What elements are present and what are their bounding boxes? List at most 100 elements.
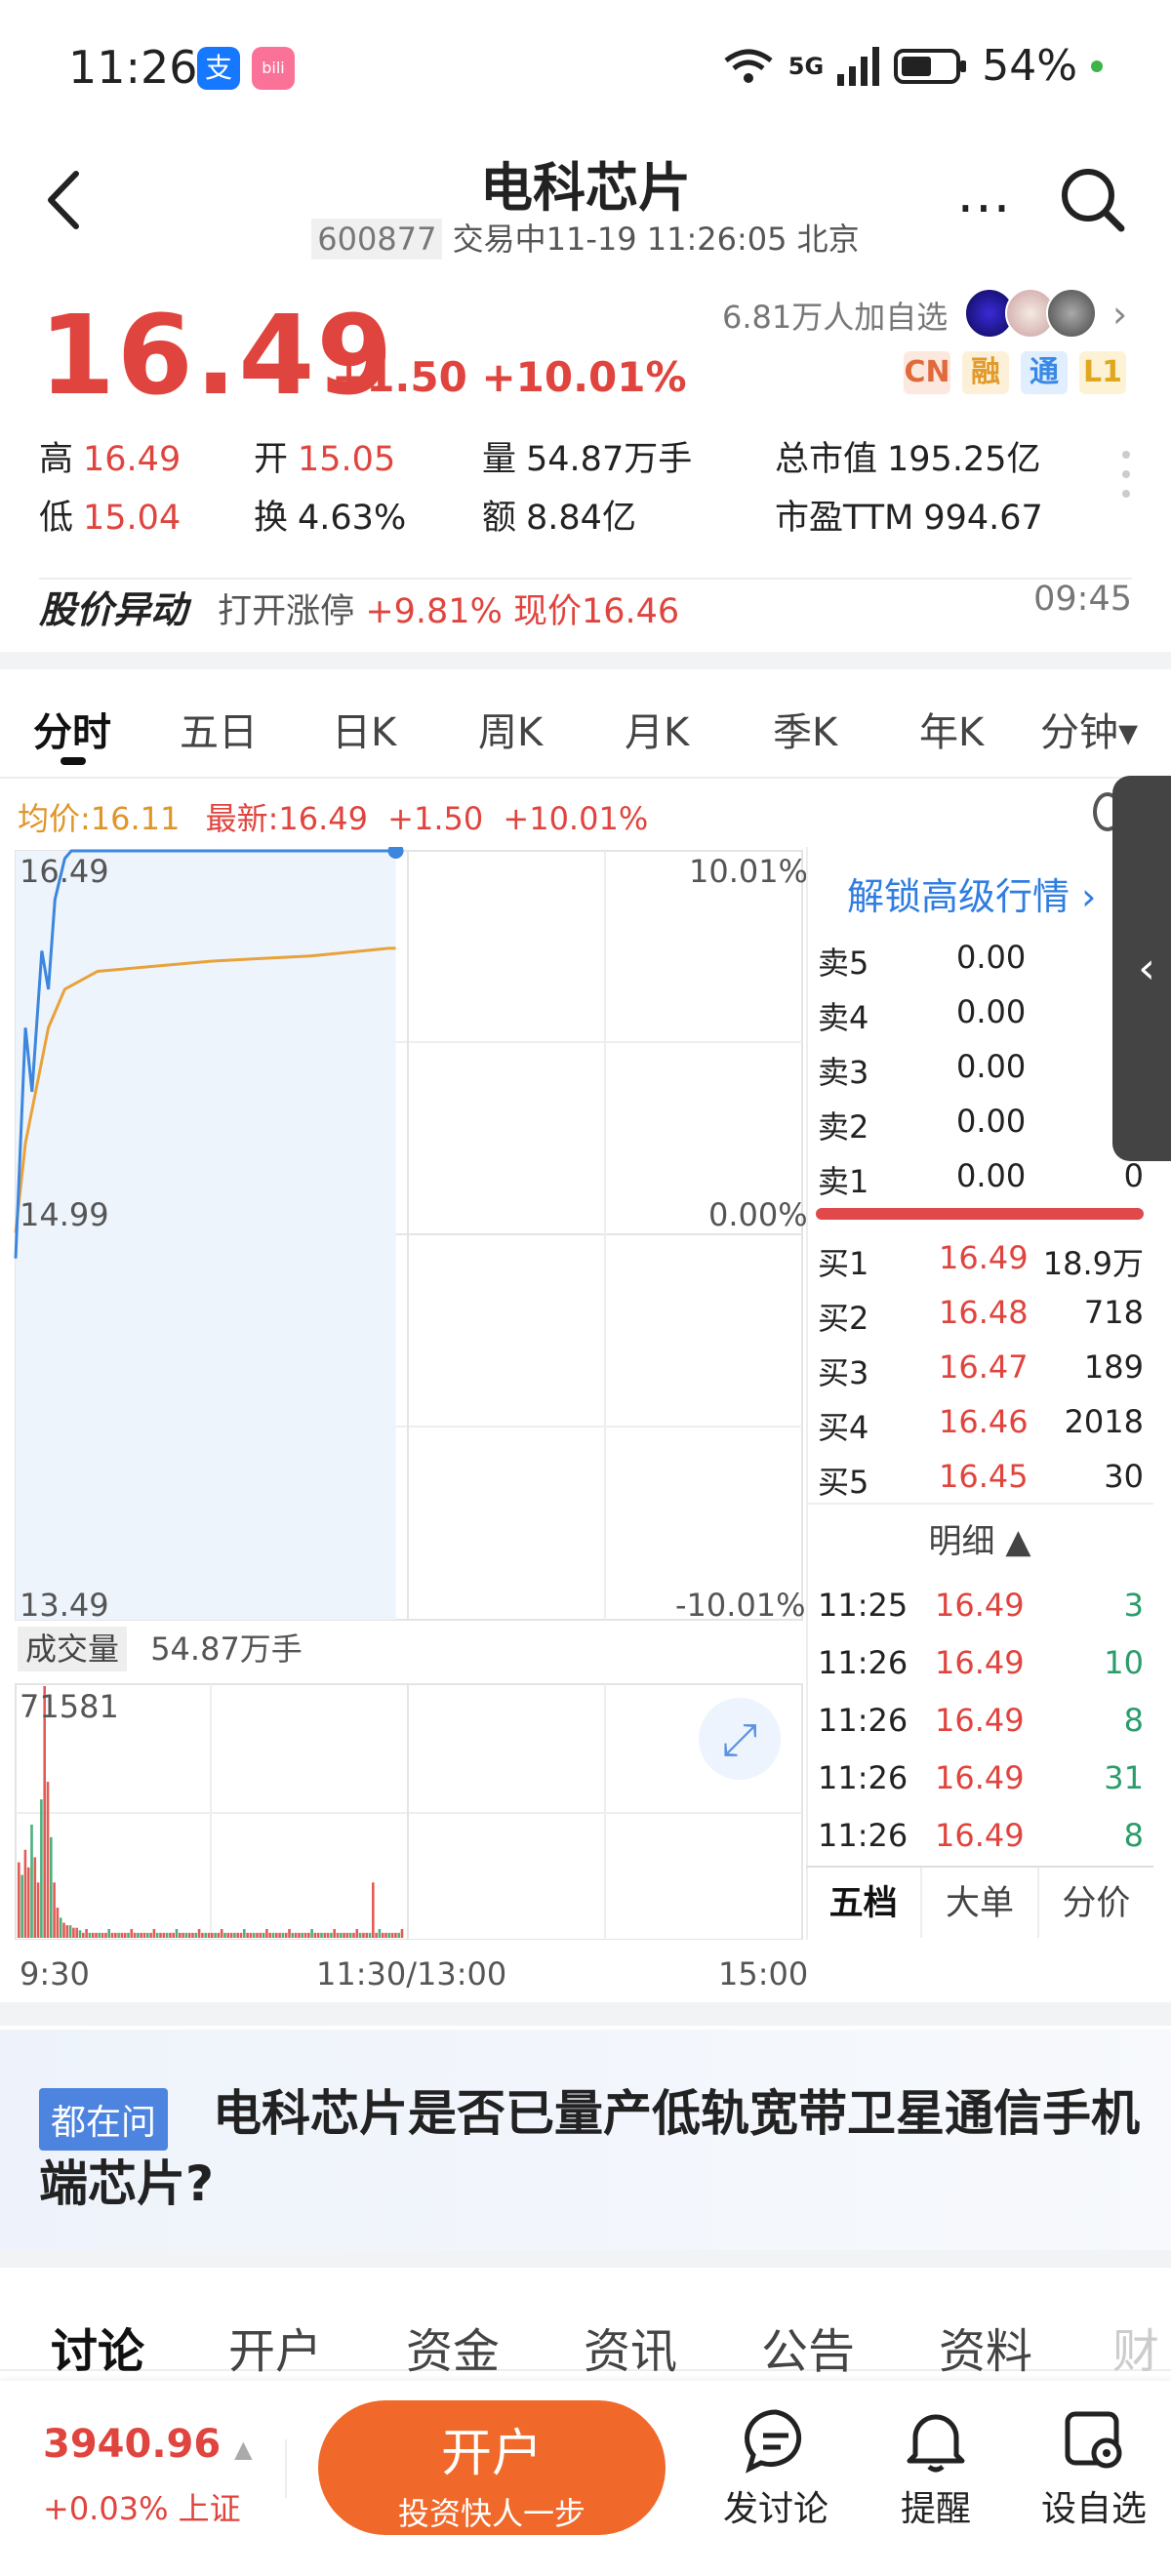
volume-bar [68,1925,72,1938]
tab-price-distribution[interactable]: 分价 [1039,1868,1153,1938]
tab-news[interactable]: 资讯 [584,2313,677,2381]
tick-time: 11:26 [818,1817,909,1854]
tab-minute-dropdown[interactable]: 分钟▾ [1040,701,1138,757]
volume-bar [333,1928,336,1938]
ask-volume: 0 [1123,1157,1144,1194]
tab-intraday[interactable]: 分时 [33,701,111,757]
volume-bar [320,1932,323,1938]
tab-five-day[interactable]: 五日 [180,701,258,757]
followers-count[interactable]: 6.81万人加自选 [722,293,948,338]
battery-icon [894,48,967,84]
pct-label-bottom: -10.01% [675,1587,806,1624]
volume-bar [162,1932,166,1938]
volume-bar [265,1928,268,1938]
side-panel-handle[interactable]: ‹ [1112,776,1171,1161]
volume-bar [95,1932,98,1938]
stat-turnover: 换 4.63% [254,499,407,538]
bid-volume: 18.9万 [1042,1245,1144,1282]
tick-vol: 8 [1123,1702,1144,1739]
tab-profile[interactable]: 资料 [939,2313,1032,2381]
volume-bar [362,1932,365,1938]
volume-bar [313,1932,317,1938]
volume-bar [372,1882,375,1938]
tab-monthly-k[interactable]: 月K [625,701,689,757]
tab-yearly-k[interactable]: 年K [919,701,984,757]
chevron-right-icon[interactable]: › [1112,293,1127,336]
volume-bar [340,1932,343,1938]
clock: 11:26 [68,41,198,94]
volume-bar [152,1928,156,1938]
tab-five-levels[interactable]: 五档 [806,1868,923,1938]
volume-bar [226,1932,230,1938]
tick-time: 11:26 [818,1759,909,1796]
bid-volume: 718 [1083,1294,1144,1331]
volume-bar [26,1867,30,1938]
discuss-button[interactable]: 发讨论 [722,2406,829,2531]
battery-level: 54% [982,41,1077,91]
volume-bar [53,1882,56,1938]
tick-detail-header[interactable]: 明细 ▲ [806,1503,1153,1561]
tab-funds[interactable]: 资金 [406,2313,500,2381]
volume-bar [207,1932,211,1938]
tab-announcements[interactable]: 公告 [761,2313,855,2381]
price-alert-row[interactable]: 股价异动 打开涨停 +9.81% 现价16.46 09:45 [39,578,1132,631]
tick-vol: 10 [1104,1644,1144,1681]
more-stats-handle[interactable] [1122,451,1130,509]
volume-bar [169,1932,172,1938]
volume-bar [303,1932,307,1938]
volume-bar [252,1932,256,1938]
tab-quarterly-k[interactable]: 季K [773,701,837,757]
bell-icon [907,2414,965,2473]
volume-bar [336,1932,340,1938]
wifi-icon [724,49,773,83]
ask-price: 0.00 [956,1048,1027,1085]
volume-bar [352,1932,355,1938]
tab-finance[interactable]: 财 [1112,2313,1159,2381]
volume-bar [33,1857,37,1938]
search-button[interactable] [1059,166,1127,234]
legend-avg: 均价:16.11 [18,800,181,837]
volume-bar [155,1932,159,1938]
volume-bar [365,1932,368,1938]
volume-bar [172,1932,175,1938]
tick-time: 11:26 [818,1644,909,1681]
tab-large-orders[interactable]: 大单 [922,1868,1039,1938]
tab-weekly-k[interactable]: 周K [478,701,543,757]
bilibili-icon: bili [252,47,295,90]
volume-bar [316,1932,320,1938]
volume-bar [88,1932,92,1938]
volume-max-label: 71581 [20,1688,119,1725]
tick-vol: 3 [1123,1587,1144,1624]
add-watchlist-button[interactable]: 设自选 [1040,2406,1148,2531]
volume-bar [197,1928,201,1938]
volume-bar [387,1932,391,1938]
open-account-button[interactable]: 开户 投资快人一步 [318,2400,666,2535]
question-text[interactable]: 电科芯片是否已量产低轨宽带卫星通信手机端芯片? [39,2078,1142,2219]
expand-chart-button[interactable]: ⤢ [699,1698,781,1780]
tab-discussion[interactable]: 讨论 [51,2313,144,2381]
volume-bar [229,1932,233,1938]
index-value[interactable]: 3940.96 ▲ [43,2422,253,2467]
volume-bar [384,1932,387,1938]
price-change: +1.50 +10.01% [332,353,687,401]
volume-bar [165,1932,169,1938]
y-label-top: 16.49 [20,853,109,890]
volume-bar [98,1932,101,1938]
volume-bar [46,1782,50,1938]
alert-value: +9.81% 现价16.46 [365,592,680,631]
volume-bar [101,1932,104,1938]
volume-bar [268,1932,271,1938]
volume-bar [107,1928,110,1938]
tab-open-account[interactable]: 开户 [228,2313,322,2381]
x-label-midday: 11:30/13:00 [316,1955,507,1992]
tab-daily-k[interactable]: 日K [332,701,396,757]
more-button[interactable]: ⋯ [956,176,1013,239]
unlock-advanced-quotes[interactable]: 解锁高级行情 › [847,866,1096,920]
y-label-bottom: 13.49 [20,1587,109,1624]
dot-indicator [1091,60,1103,72]
ask-price: 0.00 [956,993,1027,1030]
tick-time: 11:25 [818,1587,909,1624]
intraday-chart[interactable] [0,847,810,1940]
volume-bar [91,1932,95,1938]
remind-button[interactable]: 提醒 [882,2406,989,2531]
